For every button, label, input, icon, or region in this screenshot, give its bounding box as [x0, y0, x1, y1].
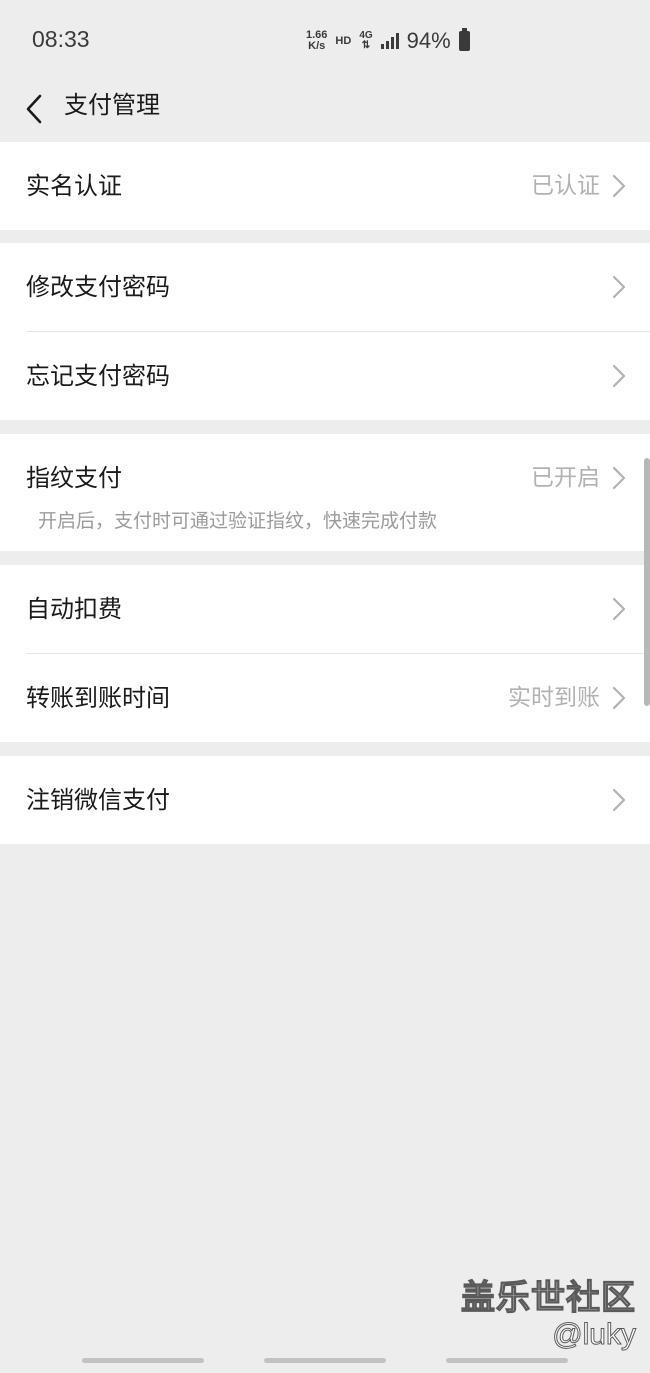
row-label: 忘记支付密码	[26, 362, 170, 390]
chevron-right-icon	[612, 275, 626, 299]
row-value: 实时到账	[508, 685, 600, 711]
chevron-right-icon	[612, 466, 626, 490]
row-auto-deduction[interactable]: 自动扣费	[0, 565, 650, 653]
hd-voice-icon: HD	[335, 35, 352, 47]
row-label: 注销微信支付	[26, 786, 170, 814]
gesture-hint-left[interactable]	[82, 1358, 204, 1363]
row-change-password[interactable]: 修改支付密码	[0, 243, 650, 331]
chevron-right-icon	[612, 686, 626, 710]
group-deregister: 注销微信支付	[0, 756, 650, 844]
row-value: 已开启	[531, 465, 600, 491]
watermark-handle: @luky	[552, 1318, 637, 1352]
watermark-title: 盖乐世社区	[460, 1277, 636, 1318]
row-label: 修改支付密码	[26, 273, 170, 301]
chevron-right-icon	[612, 597, 626, 621]
group-password: 修改支付密码 忘记支付密码	[0, 243, 650, 420]
chevron-right-icon	[612, 364, 626, 388]
chevron-right-icon	[612, 174, 626, 198]
row-forgot-password[interactable]: 忘记支付密码	[0, 332, 650, 420]
network-speed: 1.66 K/s	[306, 30, 327, 52]
group-transfer: 自动扣费 转账到账时间 实时到账	[0, 565, 650, 742]
battery-percent: 94%	[406, 28, 451, 53]
row-fingerprint-payment[interactable]: 指纹支付 已开启 开启后，支付时可通过验证指纹，快速完成付款	[0, 434, 650, 551]
row-label: 转账到账时间	[26, 684, 170, 712]
status-time: 08:33	[32, 26, 90, 52]
back-button[interactable]	[14, 86, 54, 132]
battery-icon	[458, 28, 470, 51]
data-arrows-icon: ⇅	[361, 40, 371, 51]
row-label: 自动扣费	[26, 595, 122, 623]
page-title: 支付管理	[64, 91, 160, 119]
group-verification: 实名认证 已认证	[0, 142, 650, 230]
row-deregister-wechat-pay[interactable]: 注销微信支付	[0, 756, 650, 844]
chevron-right-icon	[612, 788, 626, 812]
mobile-data-icon: 4G ⇅	[359, 31, 372, 51]
row-description: 开启后，支付时可通过验证指纹，快速完成付款	[38, 510, 438, 532]
row-label: 实名认证	[26, 172, 122, 200]
gesture-hint-right[interactable]	[446, 1358, 568, 1363]
signal-strength-icon	[380, 33, 399, 49]
row-real-name-verification[interactable]: 实名认证 已认证	[0, 142, 650, 230]
chevron-left-icon	[26, 94, 42, 124]
status-indicators: 1.66 K/s HD 4G ⇅ 94%	[306, 26, 470, 56]
nav-bar: 支付管理	[0, 78, 650, 140]
network-speed-unit: K/s	[308, 40, 326, 52]
gesture-hint-center[interactable]	[264, 1358, 386, 1363]
status-bar: 08:33 1.66 K/s HD 4G ⇅ 94%	[0, 0, 650, 78]
row-value: 已认证	[531, 173, 600, 199]
scrollbar[interactable]	[644, 458, 650, 706]
row-transfer-arrival-time[interactable]: 转账到账时间 实时到账	[0, 654, 650, 742]
group-fingerprint: 指纹支付 已开启 开启后，支付时可通过验证指纹，快速完成付款	[0, 434, 650, 551]
